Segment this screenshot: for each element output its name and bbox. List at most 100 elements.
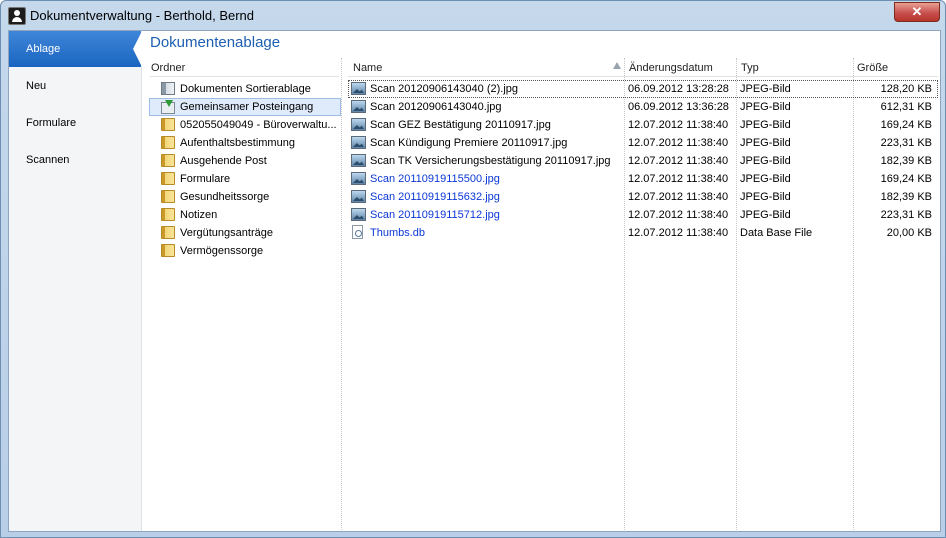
- window-title: Dokumentverwaltung - Berthold, Bernd: [30, 8, 255, 23]
- folder-item[interactable]: Formulare: [150, 170, 340, 188]
- divider: [348, 76, 938, 77]
- image-file-icon: [351, 190, 366, 203]
- file-date: 12.07.2012 11:38:40: [628, 119, 729, 131]
- folder-label: Gesundheitssorge: [180, 191, 270, 203]
- folder-item[interactable]: Notizen: [150, 206, 340, 224]
- table-row[interactable]: Scan TK Versicherungsbestätigung 2011091…: [348, 152, 938, 170]
- file-size: 223,31 KB: [880, 137, 932, 149]
- sidebar: Ablage Neu Formulare Scannen: [9, 31, 142, 531]
- file-date: 12.07.2012 11:38:40: [628, 191, 729, 203]
- file-rows: Scan 20120906143040 (2).jpg 06.09.2012 1…: [348, 80, 938, 242]
- image-file-icon: [351, 208, 366, 221]
- table-row[interactable]: Scan Kündigung Premiere 20110917.jpg 12.…: [348, 134, 938, 152]
- user-icon: [8, 7, 26, 25]
- file-type: JPEG-Bild: [740, 155, 791, 167]
- column-header-type[interactable]: Typ: [741, 62, 759, 74]
- folder-icon: [161, 244, 175, 257]
- file-name: Scan 20110919115632.jpg: [370, 191, 500, 203]
- file-size: 182,39 KB: [880, 191, 932, 203]
- file-name: Scan GEZ Bestätigung 20110917.jpg: [370, 119, 551, 131]
- table-row[interactable]: Scan 20110919115712.jpg 12.07.2012 11:38…: [348, 206, 938, 224]
- file-size: 169,24 KB: [880, 119, 932, 131]
- file-list: Name Änderungsdatum Typ Größe Scan 20120…: [348, 58, 938, 530]
- file-name: Scan 20120906143040 (2).jpg: [370, 83, 519, 95]
- image-file-icon: [351, 136, 366, 149]
- folder-icon: [161, 136, 175, 149]
- table-row[interactable]: Scan 20120906143040 (2).jpg 06.09.2012 1…: [348, 80, 938, 98]
- active-arrow-indicator: [133, 31, 142, 67]
- image-file-icon: [351, 154, 366, 167]
- folder-icon: [161, 154, 175, 167]
- table-row[interactable]: Scan GEZ Bestätigung 20110917.jpg 12.07.…: [348, 116, 938, 134]
- sidebar-item-scannen[interactable]: Scannen: [9, 142, 141, 178]
- file-type: Data Base File: [740, 227, 813, 239]
- file-type: JPEG-Bild: [740, 173, 791, 185]
- file-name: Scan Kündigung Premiere 20110917.jpg: [370, 137, 568, 149]
- folder-label: Notizen: [180, 209, 218, 221]
- file-date: 12.07.2012 11:38:40: [628, 209, 729, 221]
- table-row[interactable]: Scan 20110919115632.jpg 12.07.2012 11:38…: [348, 188, 938, 206]
- folder-label: Gemeinsamer Posteingang: [180, 101, 314, 113]
- file-name: Scan 20110919115500.jpg: [370, 173, 500, 185]
- sidebar-item-label: Ablage: [26, 43, 61, 55]
- folder-item[interactable]: 052055049049 - Büroverwaltu...: [150, 116, 340, 134]
- file-date: 12.07.2012 11:38:40: [628, 137, 729, 149]
- file-type: JPEG-Bild: [740, 101, 791, 113]
- column-header-date[interactable]: Änderungsdatum: [629, 62, 713, 74]
- file-size: 223,31 KB: [880, 209, 932, 221]
- sidebar-item-label: Scannen: [26, 154, 70, 166]
- table-row[interactable]: Scan 20120906143040.jpg 06.09.2012 13:36…: [348, 98, 938, 116]
- image-file-icon: [351, 100, 366, 113]
- file-date: 12.07.2012 11:38:40: [628, 227, 729, 239]
- folder-icon: [161, 190, 175, 203]
- title-bar[interactable]: Dokumentverwaltung - Berthold, Bernd ✕: [1, 1, 945, 31]
- folder-item[interactable]: Ausgehende Post: [150, 152, 340, 170]
- folder-icon: [161, 172, 175, 185]
- folder-label: Vermögenssorge: [180, 245, 264, 257]
- sidebar-item-label: Neu: [26, 80, 47, 92]
- folder-item[interactable]: Vermögenssorge: [150, 242, 340, 260]
- folder-list: Dokumenten Sortierablage Gemeinsamer Pos…: [149, 80, 341, 260]
- file-type: JPEG-Bild: [740, 83, 791, 95]
- page-title: Dokumentenablage: [150, 34, 281, 51]
- folder-label: 052055049049 - Büroverwaltu...: [180, 119, 337, 131]
- file-date: 12.07.2012 11:38:40: [628, 173, 729, 185]
- folder-icon: [161, 118, 175, 131]
- folder-item[interactable]: Vergütungsanträge: [150, 224, 340, 242]
- close-button[interactable]: ✕: [894, 2, 940, 22]
- file-size: 612,31 KB: [880, 101, 932, 113]
- folder-item[interactable]: Dokumenten Sortierablage: [150, 80, 340, 98]
- file-name: Scan TK Versicherungsbestätigung 2011091…: [370, 155, 611, 167]
- table-row[interactable]: Scan 20110919115500.jpg 12.07.2012 11:38…: [348, 170, 938, 188]
- folder-icon: [161, 208, 175, 221]
- folder-label: Aufenthaltsbestimmung: [180, 137, 295, 149]
- folder-column-header[interactable]: Ordner: [151, 62, 185, 74]
- file-size: 20,00 KB: [886, 227, 932, 239]
- folder-item[interactable]: Aufenthaltsbestimmung: [150, 134, 340, 152]
- folder-item[interactable]: Gesundheitssorge: [150, 188, 340, 206]
- folder-label: Vergütungsanträge: [180, 227, 273, 239]
- folder-item[interactable]: Gemeinsamer Posteingang: [149, 98, 341, 116]
- sidebar-item-neu[interactable]: Neu: [9, 68, 141, 104]
- column-header-name[interactable]: Name: [353, 62, 382, 74]
- sidebar-item-formulare[interactable]: Formulare: [9, 105, 141, 141]
- sidebar-item-label: Formulare: [26, 117, 77, 129]
- file-size: 128,20 KB: [880, 83, 932, 95]
- inbox-icon: [161, 100, 175, 114]
- file-type: JPEG-Bild: [740, 137, 791, 149]
- divider: [150, 76, 339, 77]
- table-row[interactable]: Thumbs.db 12.07.2012 11:38:40 Data Base …: [348, 224, 938, 242]
- folder-icon: [161, 226, 175, 239]
- column-header-size[interactable]: Größe: [857, 62, 888, 74]
- file-name: Scan 20120906143040.jpg: [370, 101, 502, 113]
- sort-ascending-icon[interactable]: [613, 62, 621, 69]
- file-type: JPEG-Bild: [740, 191, 791, 203]
- file-size: 182,39 KB: [880, 155, 932, 167]
- sidebar-item-ablage[interactable]: Ablage: [9, 31, 142, 67]
- file-name: Thumbs.db: [370, 227, 426, 239]
- file-date: 06.09.2012 13:36:28: [628, 101, 729, 113]
- sorter-icon: [161, 82, 175, 95]
- image-file-icon: [351, 172, 366, 185]
- file-size: 169,24 KB: [880, 173, 932, 185]
- database-file-icon: [352, 225, 363, 239]
